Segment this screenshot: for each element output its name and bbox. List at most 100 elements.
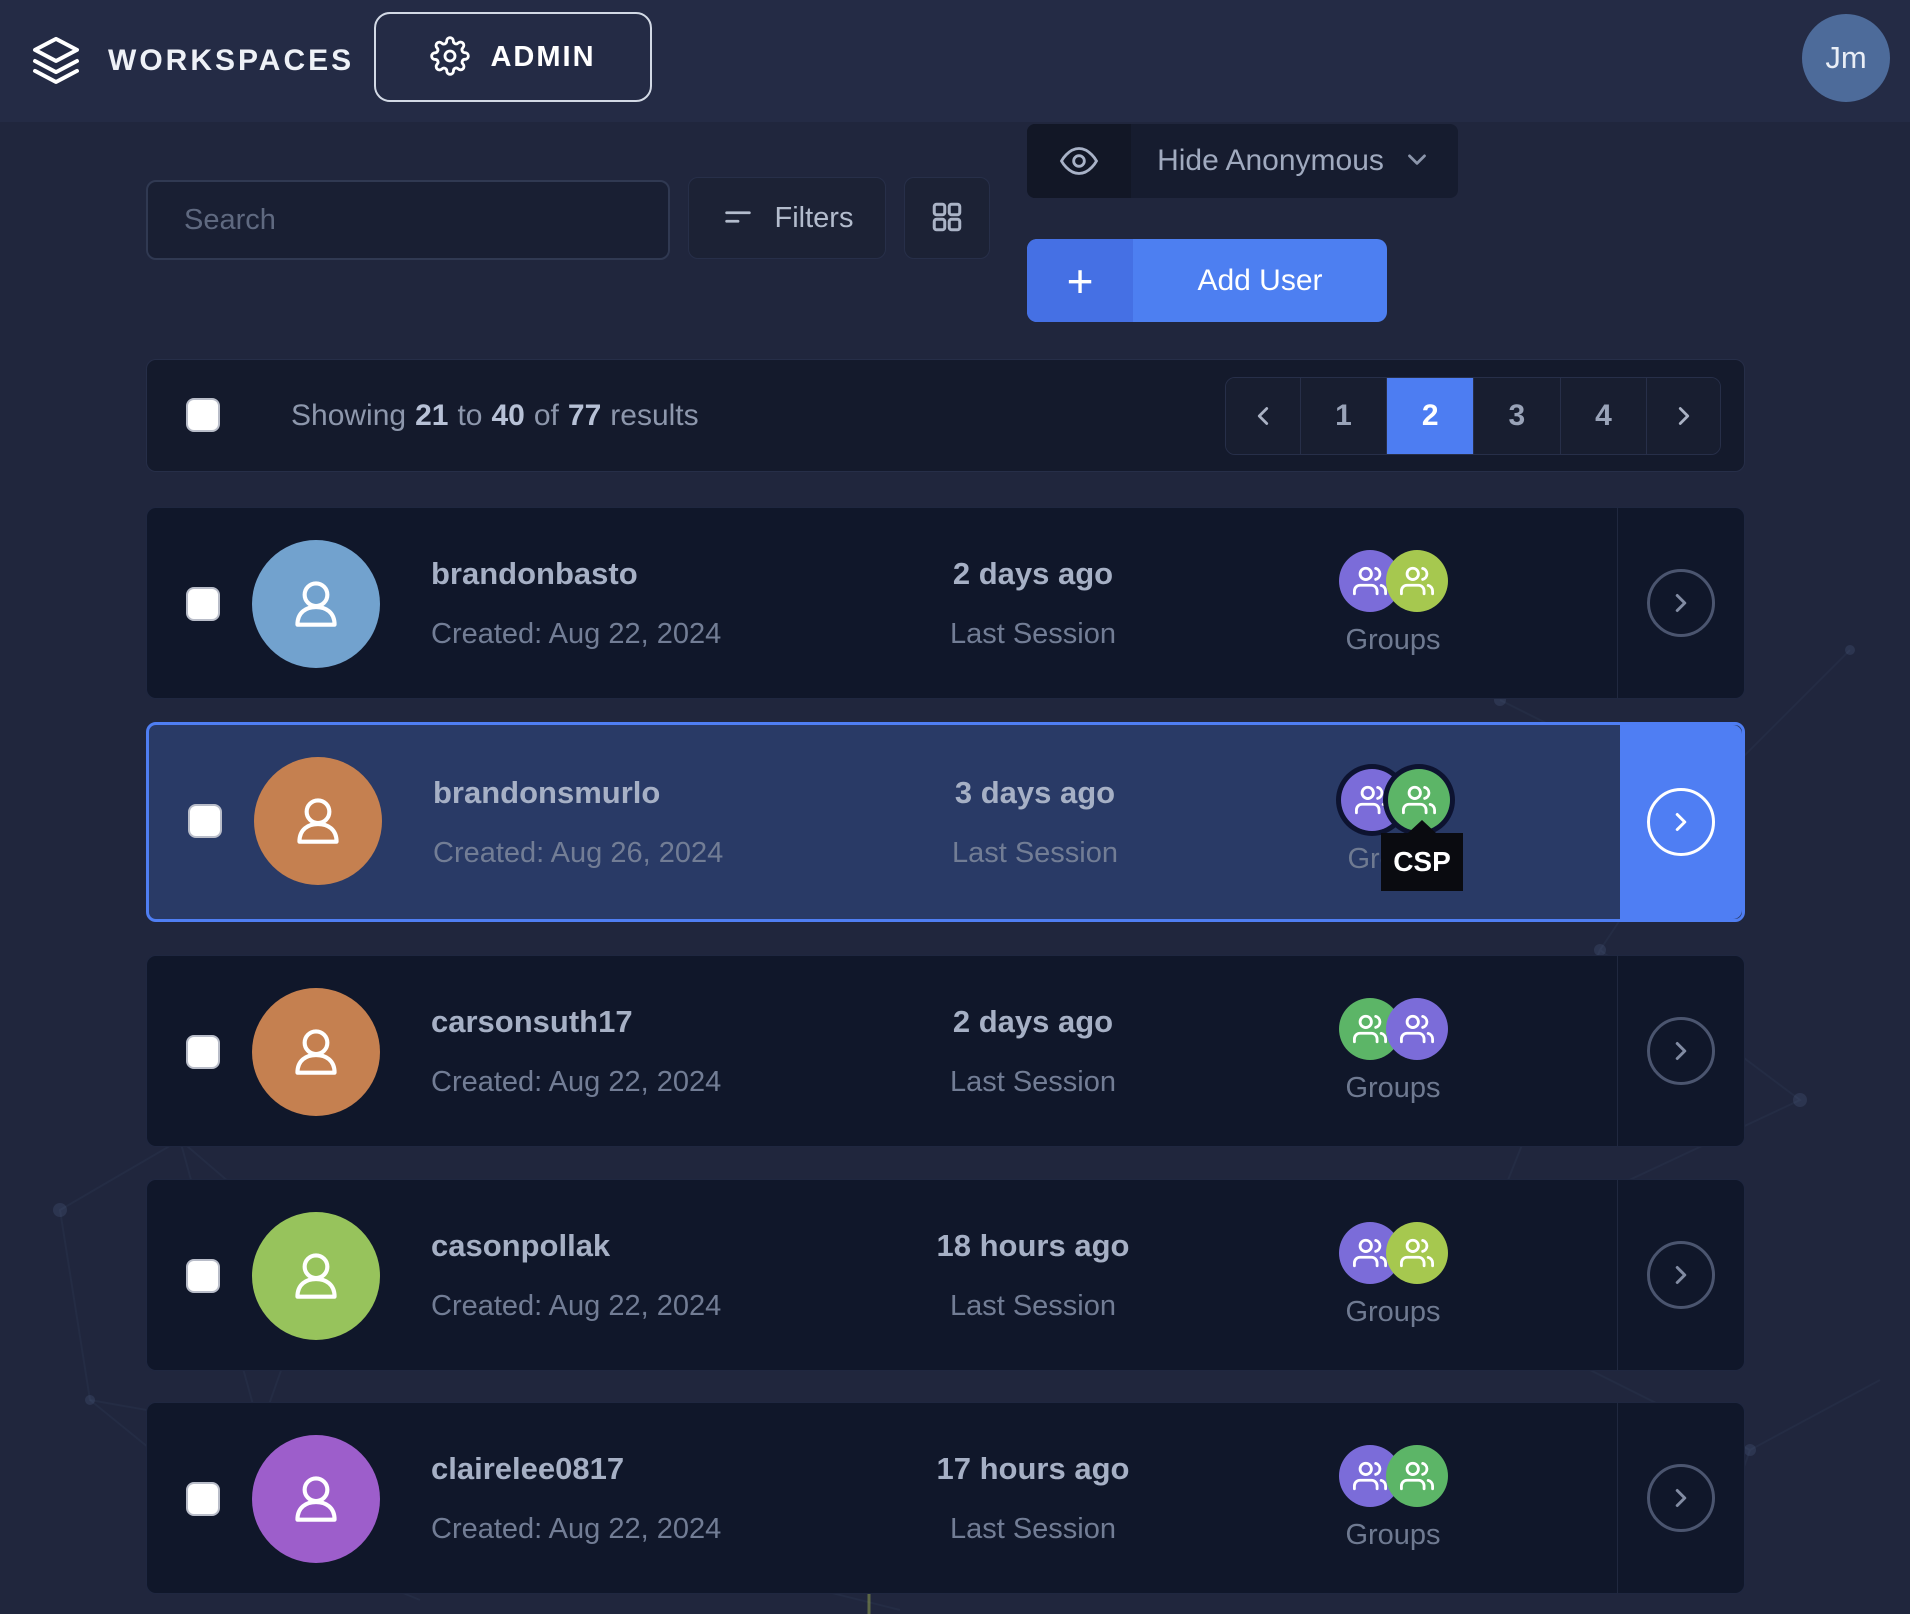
person-icon: [283, 1466, 349, 1532]
group-badges: [1339, 1222, 1448, 1284]
last-session-value: 18 hours ago: [937, 1228, 1130, 1264]
admin-button[interactable]: ADMIN: [374, 12, 652, 102]
group-badge-green[interactable]: [1386, 1445, 1448, 1507]
hide-anonymous-label: Hide Anonymous: [1157, 144, 1384, 178]
results-word: results: [610, 399, 698, 433]
add-user-button[interactable]: + Add User: [1027, 239, 1387, 322]
prev-page-button[interactable]: [1226, 378, 1300, 454]
hide-anonymous-dropdown[interactable]: Hide Anonymous: [1027, 124, 1458, 198]
group-badges: [1339, 998, 1448, 1060]
avatar: [254, 757, 382, 885]
username: casonpollak: [431, 1228, 721, 1264]
avatar: [252, 540, 380, 668]
row-checkbox[interactable]: [186, 1482, 220, 1516]
of-word: of: [534, 399, 559, 433]
users-icon: [1353, 1459, 1387, 1493]
person-icon: [283, 571, 349, 637]
created-date: Created: Aug 22, 2024: [431, 1513, 721, 1546]
pagination-controls: 1 2 3 4: [1225, 377, 1721, 455]
admin-label: ADMIN: [490, 41, 595, 74]
top-bar: WORKSPACES ADMIN Jm: [0, 0, 1910, 122]
last-session-label: Last Session: [950, 1290, 1116, 1323]
results-from: 21: [415, 399, 448, 433]
page-button-3[interactable]: 3: [1473, 378, 1560, 454]
chevron-right-circle-icon: [1647, 1241, 1715, 1309]
users-icon: [1353, 1236, 1387, 1270]
row-checkbox[interactable]: [186, 1035, 220, 1069]
chevron-right-circle-icon: [1647, 1464, 1715, 1532]
group-badge-yellow-green[interactable]: [1386, 550, 1448, 612]
chevron-right-circle-icon: [1647, 788, 1715, 856]
user-row-brandonsmurlo-selected[interactable]: brandonsmurlo Created: Aug 26, 2024 3 da…: [146, 722, 1745, 922]
user-row-brandonbasto[interactable]: brandonbasto Created: Aug 22, 2024 2 day…: [146, 507, 1745, 699]
results-to: 40: [491, 399, 524, 433]
page-button-4[interactable]: 4: [1560, 378, 1647, 454]
avatar: [252, 988, 380, 1116]
users-icon: [1355, 783, 1389, 817]
users-icon: [1353, 1012, 1387, 1046]
pagination-bar: Showing 21 to 40 of 77 results 1 2 3 4: [146, 359, 1745, 472]
groups-label: Groups: [1345, 1072, 1440, 1105]
users-icon: [1400, 564, 1434, 598]
created-date: Created: Aug 22, 2024: [431, 1290, 721, 1323]
row-expand-button[interactable]: [1620, 725, 1742, 919]
person-icon: [283, 1019, 349, 1085]
row-expand-button[interactable]: [1618, 508, 1744, 698]
add-user-label: Add User: [1133, 239, 1387, 322]
last-session-label: Last Session: [950, 1066, 1116, 1099]
last-session-value: 2 days ago: [953, 1004, 1113, 1040]
users-icon: [1400, 1459, 1434, 1493]
filters-label: Filters: [775, 202, 854, 235]
grid-view-button[interactable]: [904, 177, 990, 259]
last-session-label: Last Session: [950, 1513, 1116, 1546]
groups-label: Groups: [1345, 1296, 1440, 1329]
users-icon: [1402, 783, 1436, 817]
plus-icon: +: [1027, 239, 1133, 322]
created-date: Created: Aug 26, 2024: [433, 837, 723, 870]
page-button-1[interactable]: 1: [1300, 378, 1387, 454]
groups-label: Groups: [1345, 1519, 1440, 1552]
eye-icon: [1027, 124, 1131, 198]
row-expand-button[interactable]: [1618, 1180, 1744, 1370]
group-badges: [1339, 550, 1448, 612]
showing-word: Showing: [291, 399, 406, 433]
username: brandonsmurlo: [433, 775, 723, 811]
users-icon: [1400, 1236, 1434, 1270]
group-badge-purple[interactable]: [1386, 998, 1448, 1060]
filter-lines-icon: [721, 200, 755, 237]
users-icon: [1400, 1012, 1434, 1046]
avatar: [252, 1212, 380, 1340]
filters-button[interactable]: Filters: [688, 177, 886, 259]
user-row-casonpollak[interactable]: casonpollak Created: Aug 22, 2024 18 hou…: [146, 1179, 1745, 1371]
user-avatar[interactable]: Jm: [1802, 14, 1890, 102]
layers-icon: [28, 33, 84, 89]
next-page-button[interactable]: [1646, 378, 1720, 454]
workspaces-brand[interactable]: WORKSPACES: [28, 0, 354, 122]
search-input[interactable]: [146, 180, 670, 260]
results-summary: Showing 21 to 40 of 77 results: [291, 360, 699, 471]
username: brandonbasto: [431, 556, 721, 592]
username: clairelee0817: [431, 1451, 721, 1487]
users-icon: [1353, 564, 1387, 598]
select-all-checkbox[interactable]: [186, 398, 220, 432]
page-button-2-active[interactable]: 2: [1386, 378, 1473, 454]
person-icon: [285, 788, 351, 854]
chevron-right-circle-icon: [1647, 1017, 1715, 1085]
user-row-carsonsuth17[interactable]: carsonsuth17 Created: Aug 22, 2024 2 day…: [146, 955, 1745, 1147]
user-row-clairelee0817[interactable]: clairelee0817 Created: Aug 22, 2024 17 h…: [146, 1402, 1745, 1594]
username: carsonsuth17: [431, 1004, 721, 1040]
last-session-label: Last Session: [952, 837, 1118, 870]
groups-label: Groups: [1345, 624, 1440, 657]
row-expand-button[interactable]: [1618, 1403, 1744, 1593]
group-badge-yellow-green[interactable]: [1386, 1222, 1448, 1284]
row-expand-button[interactable]: [1618, 956, 1744, 1146]
results-total: 77: [568, 399, 601, 433]
last-session-label: Last Session: [950, 618, 1116, 651]
person-icon: [283, 1243, 349, 1309]
chevron-right-circle-icon: [1647, 569, 1715, 637]
row-checkbox[interactable]: [188, 804, 222, 838]
brand-label: WORKSPACES: [108, 44, 354, 78]
row-checkbox[interactable]: [186, 587, 220, 621]
row-checkbox[interactable]: [186, 1259, 220, 1293]
last-session-value: 3 days ago: [955, 775, 1115, 811]
